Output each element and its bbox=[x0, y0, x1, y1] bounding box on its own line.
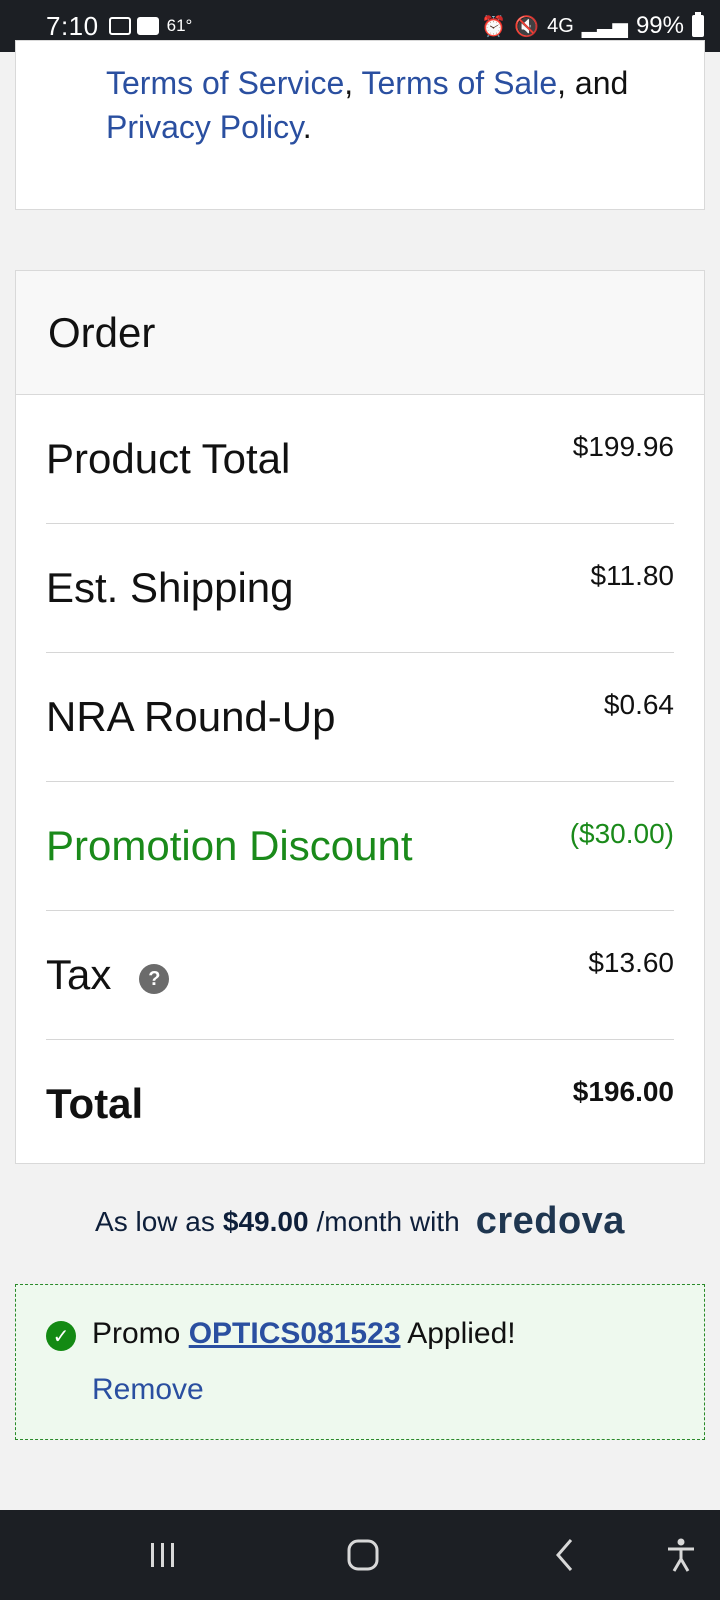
signal-icon: ▂▃▅ bbox=[581, 15, 628, 38]
row-value: $199.96 bbox=[572, 431, 674, 462]
promo-suffix: Applied! bbox=[407, 1317, 516, 1350]
terms-of-sale-link[interactable]: Terms of Sale bbox=[361, 65, 557, 101]
row-label: Total bbox=[46, 1080, 144, 1127]
back-button[interactable] bbox=[520, 1510, 610, 1600]
terms-separator: , and bbox=[557, 65, 629, 101]
order-row-promotion-discount: Promotion Discount ($30.00) bbox=[46, 782, 674, 911]
terms-text: Terms of Service, Terms of Sale, and Pri… bbox=[106, 61, 686, 149]
back-icon bbox=[556, 1539, 573, 1571]
row-label: NRA Round-Up bbox=[46, 693, 336, 740]
check-circle-icon: ✓ bbox=[46, 1321, 76, 1351]
terms-card: Terms of Service, Terms of Sale, and Pri… bbox=[15, 40, 705, 210]
promo-code-link[interactable]: OPTICS081523 bbox=[189, 1317, 401, 1350]
terms-of-service-link[interactable]: Terms of Service bbox=[106, 65, 344, 101]
battery-icon bbox=[692, 12, 704, 37]
row-value: $196.00 bbox=[572, 1076, 674, 1107]
order-summary-card: Order Product Total $199.96 Est. Shippin… bbox=[15, 270, 705, 1164]
status-time: 7:10 bbox=[46, 10, 99, 41]
row-value: $11.80 bbox=[590, 560, 674, 591]
row-label-container: Tax ? bbox=[46, 951, 170, 999]
promo-applied-box: ✓ Promo OPTICS081523 Applied! Remove bbox=[15, 1284, 705, 1440]
row-label: Tax bbox=[46, 951, 112, 998]
status-temperature: 61° bbox=[166, 16, 193, 35]
home-icon bbox=[347, 1539, 379, 1571]
alarm-icon: ⏰ bbox=[481, 15, 507, 38]
order-rows: Product Total $199.96 Est. Shipping $11.… bbox=[16, 395, 704, 1169]
credova-prefix: As low as bbox=[95, 1205, 215, 1237]
credova-suffix: /month with bbox=[316, 1205, 460, 1237]
accessibility-icon bbox=[668, 1538, 694, 1572]
row-value: ($30.00) bbox=[569, 818, 674, 849]
clipped-text bbox=[30, 1492, 690, 1510]
row-value: $0.64 bbox=[603, 689, 674, 720]
promo-message: Promo OPTICS081523 Applied! bbox=[92, 1317, 516, 1351]
privacy-policy-link[interactable]: Privacy Policy bbox=[106, 109, 303, 145]
order-row-total: Total $196.00 bbox=[46, 1040, 674, 1169]
help-icon[interactable]: ? bbox=[139, 964, 170, 994]
order-row-nra-roundup: NRA Round-Up $0.64 bbox=[46, 653, 674, 782]
recent-apps-icon bbox=[151, 1543, 174, 1567]
status-right-icons: ⏰ 🔇 4G ▂▃▅ 99% bbox=[481, 12, 704, 40]
mute-icon: 🔇 bbox=[514, 15, 540, 38]
credova-logo: credova bbox=[475, 1200, 625, 1242]
row-value: $13.60 bbox=[588, 947, 674, 978]
row-label: Promotion Discount bbox=[46, 822, 413, 869]
terms-separator: , bbox=[344, 65, 362, 101]
home-button[interactable] bbox=[318, 1510, 408, 1600]
order-row-product-total: Product Total $199.96 bbox=[46, 395, 674, 524]
order-header: Order bbox=[16, 271, 704, 395]
row-label: Product Total bbox=[46, 435, 291, 482]
navigation-bar bbox=[0, 1510, 720, 1600]
row-label: Est. Shipping bbox=[46, 564, 294, 611]
battery-percent: 99% bbox=[635, 12, 684, 39]
network-type: 4G bbox=[547, 14, 574, 37]
order-title: Order bbox=[48, 308, 156, 356]
terms-end: . bbox=[302, 109, 312, 145]
accessibility-button[interactable] bbox=[636, 1510, 720, 1600]
video-call-icon bbox=[108, 17, 131, 35]
image-icon bbox=[136, 17, 159, 35]
order-row-tax: Tax ? $13.60 bbox=[46, 911, 674, 1040]
promo-prefix: Promo bbox=[92, 1317, 181, 1350]
remove-promo-link[interactable]: Remove bbox=[92, 1373, 204, 1407]
recent-apps-button[interactable] bbox=[118, 1510, 208, 1600]
credova-financing[interactable]: As low as $49.00 /month with credova bbox=[0, 1200, 720, 1243]
order-row-shipping: Est. Shipping $11.80 bbox=[46, 524, 674, 653]
status-left-icons: 61° bbox=[108, 16, 193, 36]
credova-amount: $49.00 bbox=[222, 1205, 309, 1237]
